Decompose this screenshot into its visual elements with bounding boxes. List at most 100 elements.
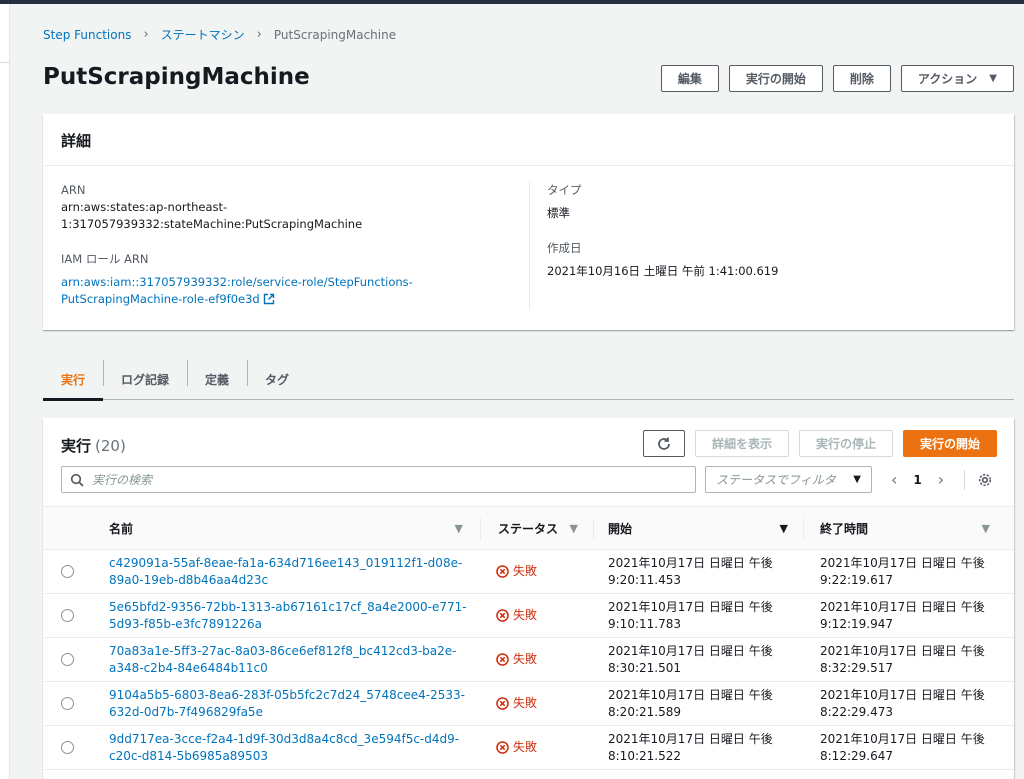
gear-icon[interactable] (977, 472, 993, 488)
chevron-right-icon: › (256, 27, 262, 42)
column-header-end[interactable]: 終了時間 ▼ (820, 507, 1000, 549)
column-header-name[interactable]: 名前 ▼ (109, 507, 473, 549)
execution-name-link[interactable]: 5e65bfd2-9356-72bb-1313-ab67161c17cf_8a4… (109, 599, 469, 633)
page-title: PutScrapingMachine (43, 64, 310, 90)
column-end-label: 終了時間 (820, 521, 869, 536)
type-label: タイプ (547, 183, 582, 197)
end-time: 2021年10月17日 日曜日 午後 8:32:29.517 (820, 644, 985, 675)
column-separator (480, 518, 481, 540)
type-value: 標準 (547, 206, 570, 220)
breadcrumb: Step Functions › ステートマシン › PutScrapingMa… (43, 26, 396, 43)
caret-down-icon: ▼ (989, 73, 997, 84)
tab-executions[interactable]: 実行 (43, 358, 104, 401)
status-badge: 失敗 (496, 695, 537, 712)
executions-table-body: c429091a-55af-8eae-fa1a-634d716ee143_019… (43, 550, 1014, 770)
status-filter-select[interactable]: ステータスでフィルタ ▼ (705, 466, 872, 493)
view-details-button[interactable]: 詳細を表示 (694, 430, 789, 457)
details-left-column: ARN arn:aws:states:ap-northeast- 1:31705… (61, 182, 521, 310)
column-status-label: ステータス (498, 521, 559, 536)
sort-caret-active-icon: ▼ (779, 521, 788, 535)
x-circle-icon (496, 609, 509, 622)
execution-name-link[interactable]: 70a83a1e-5ff3-27ac-8a03-86ce6ef812f8_bc4… (109, 643, 469, 677)
column-start-label: 開始 (608, 521, 633, 536)
table-row[interactable]: 9104a5b5-6803-8ea6-283f-05b5fc2c7d24_574… (43, 682, 1014, 726)
prev-page-icon[interactable]: ‹ (885, 470, 903, 489)
executions-count: (20) (95, 437, 126, 455)
pager-divider (964, 469, 966, 490)
arn-label: ARN (61, 183, 86, 197)
start-time: 2021年10月17日 日曜日 午後 8:10:21.522 (608, 732, 773, 763)
end-time: 2021年10月17日 日曜日 午後 9:12:19.947 (820, 600, 985, 631)
start-time: 2021年10月17日 日曜日 午後 9:20:11.453 (608, 556, 773, 587)
execution-name-link[interactable]: 9104a5b5-6803-8ea6-283f-05b5fc2c7d24_574… (109, 687, 469, 721)
start-time: 2021年10月17日 日曜日 午後 9:10:11.783 (608, 600, 773, 631)
search-icon (70, 473, 84, 487)
column-name-label: 名前 (109, 521, 134, 536)
page-number[interactable]: 1 (903, 473, 931, 487)
row-select-radio[interactable] (61, 565, 74, 578)
end-time: 2021年10月17日 日曜日 午後 8:22:29.473 (820, 688, 985, 719)
execution-name-link[interactable]: 9dd717ea-3cce-f2a4-1d9f-30d3d8a4c8cd_3e5… (109, 731, 469, 765)
tab-logging[interactable]: ログ記録 (103, 358, 187, 400)
table-row[interactable]: c429091a-55af-8eae-fa1a-634d716ee143_019… (43, 550, 1014, 594)
executions-title: 実行 (20) (61, 435, 126, 456)
arn-value-line1: arn:aws:states:ap-northeast- (61, 200, 228, 214)
created-value: 2021年10月16日 土曜日 午前 1:41:00.619 (547, 264, 779, 278)
delete-button[interactable]: 削除 (832, 65, 891, 92)
x-circle-icon (496, 565, 509, 578)
row-select-radio[interactable] (61, 653, 74, 666)
executions-panel: 実行 (20) 詳細を表示 実行の停止 実行の開始 実行の検索 ステータスでフィル… (43, 418, 1014, 779)
start-time: 2021年10月17日 日曜日 午後 8:20:21.589 (608, 688, 773, 719)
refresh-button[interactable] (642, 430, 685, 457)
execution-name-link[interactable]: c429091a-55af-8eae-fa1a-634d716ee143_019… (109, 555, 469, 589)
iam-role-link-line1[interactable]: arn:aws:iam::317057939332:role/service-r… (61, 274, 521, 291)
external-link-icon[interactable] (263, 293, 275, 310)
edit-button[interactable]: 編集 (660, 65, 719, 92)
arn-value-line2: 1:317057939332:stateMachine:PutScrapingM… (61, 217, 363, 231)
execution-search-input[interactable]: 実行の検索 (61, 466, 696, 493)
status-filter-placeholder: ステータスでフィルタ (716, 473, 836, 487)
row-select-radio[interactable] (61, 741, 74, 754)
row-select-radio[interactable] (61, 697, 74, 710)
executions-actions: 詳細を表示 実行の停止 実行の開始 (642, 430, 997, 457)
iam-role-link-line2[interactable]: PutScrapingMachine-role-ef9f0e3d (61, 291, 521, 310)
details-panel: 詳細 ARN arn:aws:states:ap-northeast- 1:31… (43, 114, 1014, 330)
breadcrumb-state-machines[interactable]: ステートマシン (161, 26, 245, 43)
stop-execution-button[interactable]: 実行の停止 (798, 430, 893, 457)
column-separator (593, 518, 594, 540)
row-select-radio[interactable] (61, 609, 74, 622)
x-circle-icon (496, 741, 509, 754)
table-row[interactable]: 70a83a1e-5ff3-27ac-8a03-86ce6ef812f8_bc4… (43, 638, 1014, 682)
next-page-icon[interactable]: › (932, 470, 950, 489)
executions-title-text: 実行 (61, 437, 92, 455)
column-header-status[interactable]: ステータス ▼ (498, 507, 588, 549)
sort-caret-icon: ▼ (981, 521, 990, 535)
sort-caret-icon: ▼ (569, 521, 578, 535)
status-badge: 失敗 (496, 739, 537, 756)
sort-caret-icon: ▼ (454, 521, 463, 535)
table-row[interactable]: 9dd717ea-3cce-f2a4-1d9f-30d3d8a4c8cd_3e5… (43, 726, 1014, 770)
tab-tags[interactable]: タグ (247, 358, 307, 400)
actions-label: アクション (917, 72, 978, 86)
column-separator (803, 518, 804, 540)
chevron-right-icon: › (143, 27, 149, 42)
created-label: 作成日 (547, 241, 582, 255)
iam-role-link-text[interactable]: PutScrapingMachine-role-ef9f0e3d (61, 292, 260, 306)
actions-dropdown[interactable]: アクション ▼ (900, 65, 1014, 92)
iam-role-label: IAM ロール ARN (61, 252, 149, 266)
table-row[interactable]: 5e65bfd2-9356-72bb-1313-ab67161c17cf_8a4… (43, 594, 1014, 638)
details-heading: 詳細 (43, 114, 1014, 166)
start-execution-primary-button[interactable]: 実行の開始 (902, 430, 997, 457)
status-badge: 失敗 (496, 607, 537, 624)
tab-definition[interactable]: 定義 (187, 358, 247, 400)
breadcrumb-step-functions[interactable]: Step Functions (43, 28, 131, 42)
x-circle-icon (496, 697, 509, 710)
start-execution-button[interactable]: 実行の開始 (728, 65, 823, 92)
header-actions: 編集 実行の開始 削除 アクション ▼ (660, 65, 1014, 92)
pagination: ‹ 1 › (885, 466, 993, 493)
end-time: 2021年10月17日 日曜日 午後 9:22:19.617 (820, 556, 985, 587)
caret-down-icon: ▼ (853, 474, 861, 485)
details-right-column: タイプ 標準 作成日 2021年10月16日 土曜日 午前 1:41:00.61… (529, 182, 778, 310)
column-header-start[interactable]: 開始 ▼ (608, 507, 798, 549)
tab-bar: 実行 ログ記録 定義 タグ (43, 358, 1014, 401)
